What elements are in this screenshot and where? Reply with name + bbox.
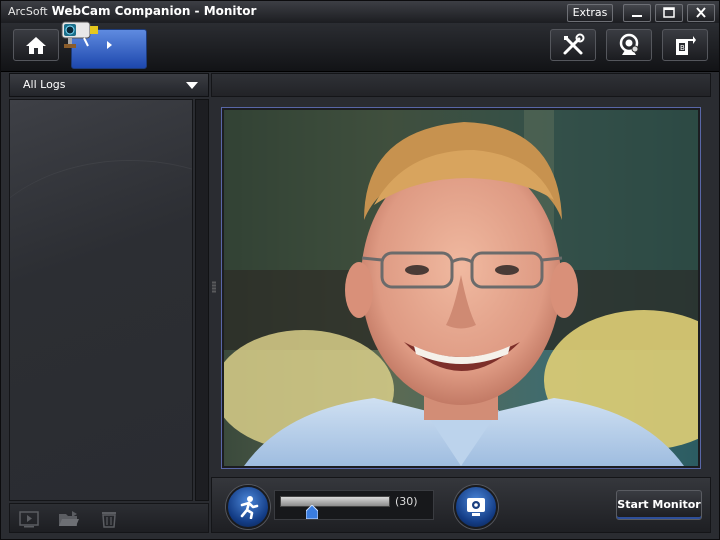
trash-icon [102,512,116,528]
export-button[interactable]: B [662,29,708,61]
play-log-icon [19,511,39,528]
delete-log-button[interactable] [98,510,120,528]
webcam-settings-button[interactable] [606,29,652,61]
title-bar[interactable]: ArcSoft WebCam Companion - Monitor Extras [1,1,719,23]
webcam-preview-frame [221,107,701,469]
monitor-panel: (30) Start Monitor [211,73,711,533]
log-panel: All Logs [9,73,209,533]
motion-detect-button[interactable] [226,485,270,529]
sensitivity-value: (30) [395,495,418,508]
minimize-button[interactable] [623,4,651,22]
close-icon [696,7,706,18]
sensitivity-slider-thumb[interactable] [306,505,319,519]
minimize-icon [632,15,642,17]
webcam-preview [224,110,698,466]
sensitivity-slider-track[interactable] [280,496,390,507]
close-button[interactable] [687,4,715,22]
webcam-video-image [224,110,698,466]
monitor-screen-icon [467,498,485,516]
monitor-controls: (30) Start Monitor [211,477,711,533]
svg-text:B: B [680,44,685,52]
export-icon: B [676,36,696,55]
log-filter-dropdown[interactable]: All Logs [9,73,209,97]
brand-name: ArcSoft [8,5,48,18]
monitor-camera-icon [61,21,98,48]
play-log-button[interactable] [18,510,40,528]
running-person-icon [240,496,259,519]
snapshot-button[interactable] [454,485,498,529]
home-button[interactable] [13,29,59,61]
open-folder-icon [59,511,79,526]
window-title: ArcSoft WebCam Companion - Monitor [8,4,256,18]
log-actions-bar [9,503,209,533]
tools-icon [563,33,585,55]
chevron-right-icon [107,41,112,49]
webcam-settings-icon [619,33,639,55]
log-list[interactable] [9,99,193,501]
maximize-button[interactable] [655,4,683,22]
extras-button[interactable]: Extras [567,4,613,22]
main-toolbar: B [1,21,719,72]
home-icon [26,37,46,54]
panel-decoration [10,160,192,381]
monitor-header-strip [211,73,711,97]
log-list-scrollbar[interactable] [195,99,209,501]
sensitivity-control: (30) [274,490,434,520]
app-window: ArcSoft WebCam Companion - Monitor Extras [0,0,720,540]
monitor-mode-button[interactable] [61,21,147,69]
log-filter-value: All Logs [23,78,66,91]
maximize-icon [663,7,675,18]
start-monitor-button[interactable]: Start Monitor [616,490,702,520]
tools-button[interactable] [550,29,596,61]
open-folder-button[interactable] [58,510,80,528]
chevron-down-icon [186,82,198,89]
